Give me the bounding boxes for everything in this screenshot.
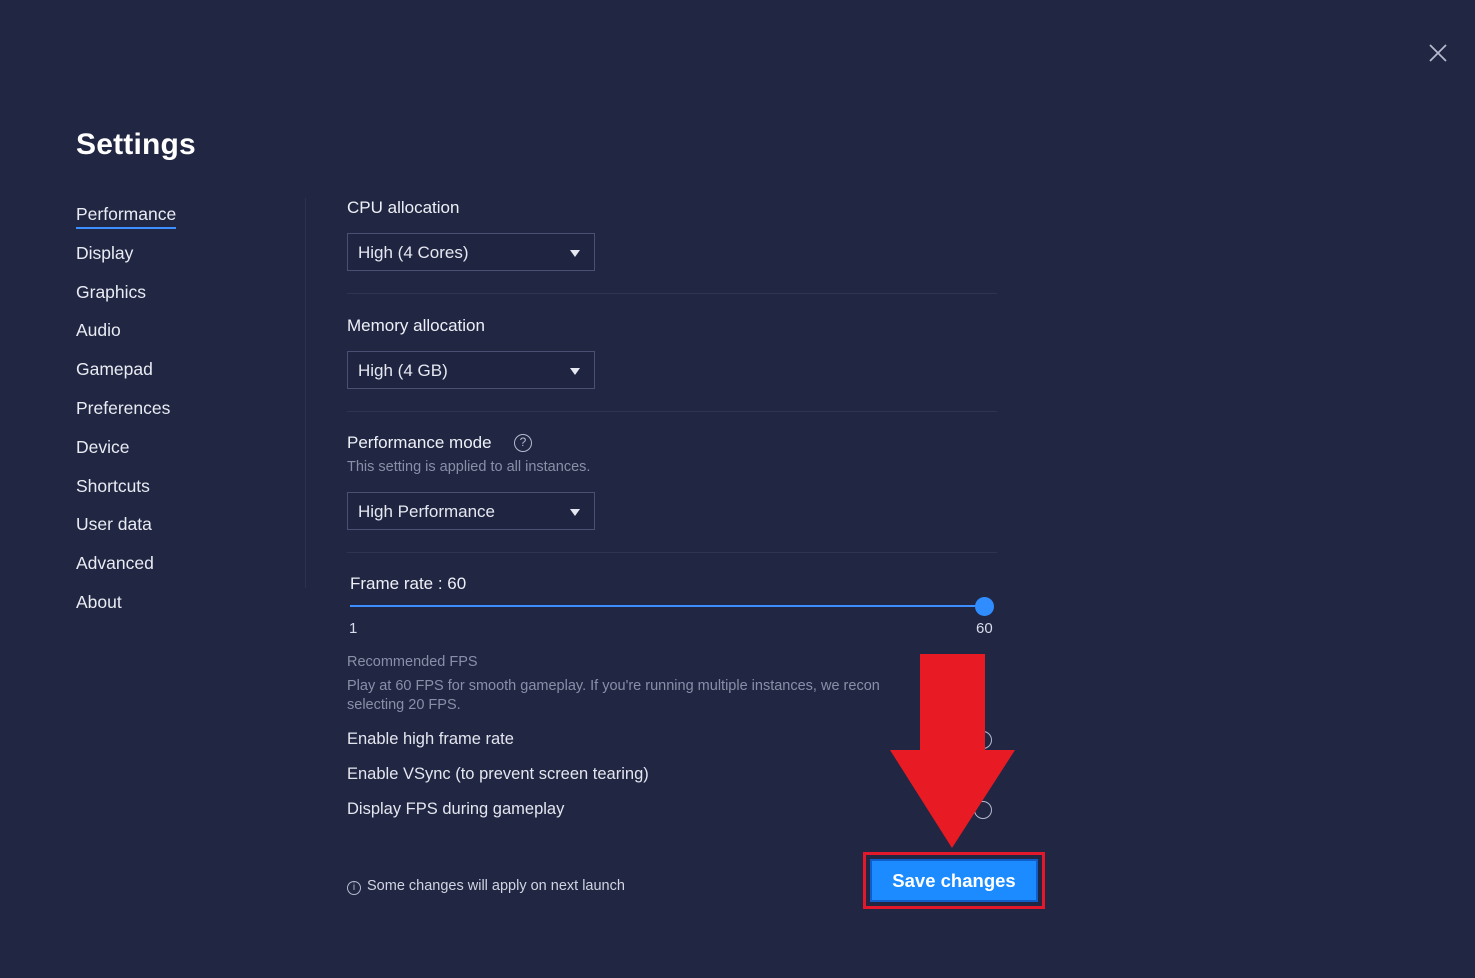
cpu-allocation-value: High (4 Cores) xyxy=(358,243,469,262)
sidebar-item-label: Gamepad xyxy=(76,359,153,380)
sidebar-item-display[interactable]: Display xyxy=(76,239,276,278)
sidebar-item-about[interactable]: About xyxy=(76,588,276,627)
recommended-fps-text: Play at 60 FPS for smooth gameplay. If y… xyxy=(347,678,880,694)
sidebar-item-preferences[interactable]: Preferences xyxy=(76,394,276,433)
close-button[interactable] xyxy=(1423,38,1453,68)
recommended-fps-text-2: selecting 20 FPS. xyxy=(347,697,461,713)
info-icon: i xyxy=(347,881,361,895)
sidebar-item-label: User data xyxy=(76,514,152,535)
sidebar-item-label: Audio xyxy=(76,320,121,341)
recommended-fps-title: Recommended FPS xyxy=(347,654,478,670)
sidebar-item-label: Performance xyxy=(76,202,177,229)
sidebar-item-device[interactable]: Device xyxy=(76,433,276,472)
performance-mode-label: Performance mode xyxy=(347,433,492,452)
caret-down-icon xyxy=(570,368,580,375)
slider-min-label: 1 xyxy=(349,620,358,637)
sidebar-item-label: Preferences xyxy=(76,397,171,418)
frame-rate-slider-handle[interactable] xyxy=(975,597,994,616)
down-arrow-icon xyxy=(890,654,1015,848)
sidebar-item-advanced[interactable]: Advanced xyxy=(76,549,276,588)
caret-down-icon xyxy=(570,509,580,516)
memory-allocation-dropdown[interactable]: High (4 GB) xyxy=(347,351,595,389)
toggle-vsync-label: Enable VSync (to prevent screen tearing) xyxy=(347,765,649,783)
frame-rate-label: Frame rate : 60 xyxy=(350,574,467,593)
memory-allocation-label: Memory allocation xyxy=(347,316,485,335)
help-icon[interactable]: ? xyxy=(514,434,532,452)
divider xyxy=(347,411,997,412)
divider xyxy=(347,293,997,294)
sidebar-item-audio[interactable]: Audio xyxy=(76,316,276,355)
toggle-high-frame-rate-label: Enable high frame rate xyxy=(347,730,514,748)
sidebar-divider xyxy=(305,198,306,588)
sidebar-item-label: Advanced xyxy=(76,553,154,574)
caret-down-icon xyxy=(570,250,580,257)
sidebar-item-gamepad[interactable]: Gamepad xyxy=(76,355,276,394)
memory-allocation-value: High (4 GB) xyxy=(358,361,448,380)
toggle-display-fps-label: Display FPS during gameplay xyxy=(347,800,565,818)
footer-note: i Some changes will apply on next launch xyxy=(347,878,625,895)
divider xyxy=(347,552,997,553)
footer-note-text: Some changes will apply on next launch xyxy=(367,878,625,894)
performance-mode-dropdown[interactable]: High Performance xyxy=(347,492,595,530)
save-changes-button[interactable]: Save changes xyxy=(870,859,1038,902)
sidebar-item-performance[interactable]: Performance xyxy=(76,200,276,239)
sidebar-item-user-data[interactable]: User data xyxy=(76,510,276,549)
page-title: Settings xyxy=(76,128,196,161)
cpu-allocation-dropdown[interactable]: High (4 Cores) xyxy=(347,233,595,271)
sidebar-item-label: About xyxy=(76,591,122,612)
sidebar-item-graphics[interactable]: Graphics xyxy=(76,278,276,317)
slider-max-label: 60 xyxy=(976,620,993,637)
cpu-allocation-label: CPU allocation xyxy=(347,198,460,217)
close-icon xyxy=(1429,44,1447,62)
sidebar: Performance Display Graphics Audio Gamep… xyxy=(76,200,276,627)
sidebar-item-label: Device xyxy=(76,436,130,457)
performance-mode-value: High Performance xyxy=(358,502,496,521)
sidebar-item-label: Shortcuts xyxy=(76,475,150,496)
sidebar-item-label: Graphics xyxy=(76,281,147,302)
sidebar-item-label: Display xyxy=(76,242,134,263)
settings-window: Settings Performance Display Graphics Au… xyxy=(0,0,1475,978)
frame-rate-slider-track[interactable] xyxy=(350,605,986,607)
performance-mode-note: This setting is applied to all instances… xyxy=(347,459,591,475)
sidebar-item-shortcuts[interactable]: Shortcuts xyxy=(76,472,276,511)
